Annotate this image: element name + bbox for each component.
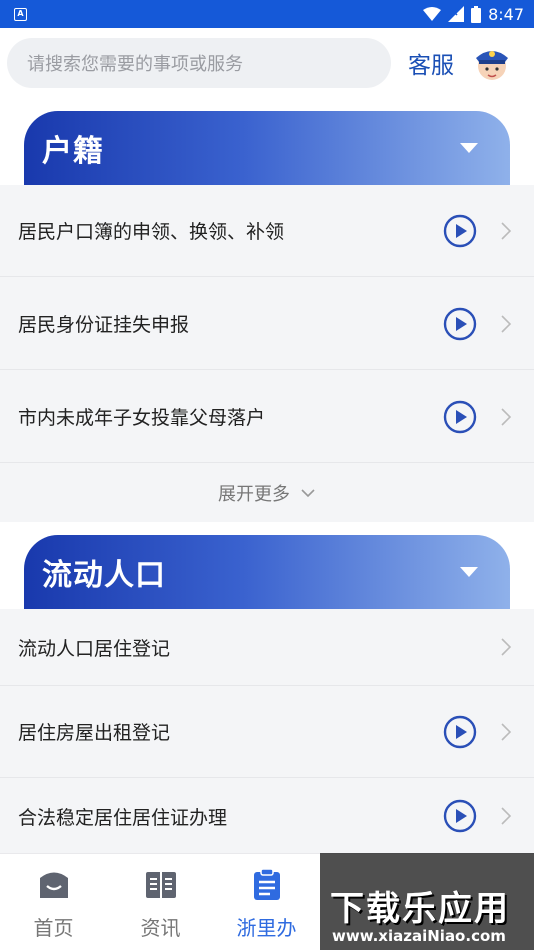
- watermark-text: 下载乐应用: [330, 889, 510, 929]
- list-item[interactable]: 流动人口居住登记: [0, 609, 534, 686]
- video-play-icon[interactable]: [443, 400, 477, 434]
- chevron-right-icon: [501, 407, 512, 426]
- section-household-header[interactable]: 户籍: [24, 111, 510, 185]
- chevron-right-icon: [501, 807, 512, 825]
- item-label: 市内未成年子女投靠父母落户: [18, 407, 266, 429]
- expand-more-label: 展开更多: [218, 484, 290, 505]
- watermark-url: www.xiazaiNiao.com: [332, 927, 506, 945]
- police-avatar-icon[interactable]: [472, 42, 512, 82]
- home-icon: [39, 872, 68, 898]
- search-placeholder: 请搜索您需要的事项或服务: [27, 54, 243, 75]
- list-item[interactable]: 居民身份证挂失申报: [0, 278, 534, 370]
- clock: 8:47: [488, 4, 524, 24]
- list-item[interactable]: 合法稳定居住居住证办理: [0, 779, 534, 853]
- nav-label: 浙里办: [236, 916, 297, 940]
- video-play-icon[interactable]: [443, 214, 477, 248]
- news-icon: [145, 872, 176, 898]
- chevron-right-icon: [501, 722, 512, 741]
- wifi-icon: [423, 7, 442, 21]
- video-play-icon[interactable]: [443, 307, 477, 341]
- item-label: 居住房屋出租登记: [18, 722, 171, 744]
- clipboard-icon: [253, 868, 280, 900]
- video-play-icon[interactable]: [443, 715, 477, 749]
- battery-icon: [471, 5, 482, 23]
- header: 请搜索您需要的事项或服务 客服: [0, 28, 534, 100]
- item-label: 流动人口居住登记: [18, 637, 171, 660]
- item-label: 居民身份证挂失申报: [18, 314, 190, 336]
- app-notification-icon: A: [14, 7, 27, 21]
- section-floating-population-header[interactable]: 流动人口: [24, 535, 510, 609]
- signal-icon: [448, 6, 465, 22]
- customer-service-link[interactable]: 客服: [408, 46, 454, 80]
- nav-news[interactable]: 资讯: [107, 854, 214, 950]
- chevron-right-icon: [501, 221, 512, 240]
- nav-label: 首页: [33, 916, 74, 940]
- nav-label: 资讯: [140, 916, 181, 940]
- item-label: 合法稳定居住居住证办理: [18, 806, 228, 829]
- nav-zheliban[interactable]: 浙里办: [213, 854, 320, 950]
- chevron-right-icon: [501, 314, 512, 333]
- status-bar: A 8:47: [0, 0, 534, 28]
- list-item[interactable]: 市内未成年子女投靠父母落户: [0, 371, 534, 463]
- video-play-icon[interactable]: [443, 799, 477, 833]
- list-item[interactable]: 居住房屋出租登记: [0, 686, 534, 778]
- collapse-caret-icon[interactable]: [460, 143, 478, 153]
- chevron-down-icon: [301, 489, 315, 498]
- section-title: 户籍: [42, 134, 104, 169]
- collapse-caret-icon[interactable]: [460, 567, 478, 577]
- watermark-overlay: 下载乐应用 www.xiazaiNiao.com: [320, 853, 534, 950]
- expand-more-button[interactable]: 展开更多: [0, 464, 534, 522]
- list-item[interactable]: 居民户口簿的申领、换领、补领: [0, 185, 534, 277]
- search-input[interactable]: 请搜索您需要的事项或服务: [7, 38, 391, 88]
- chevron-right-icon: [501, 638, 512, 656]
- section-title: 流动人口: [42, 558, 166, 593]
- nav-home[interactable]: 首页: [0, 854, 107, 950]
- item-label: 居民户口簿的申领、换领、补领: [18, 221, 285, 243]
